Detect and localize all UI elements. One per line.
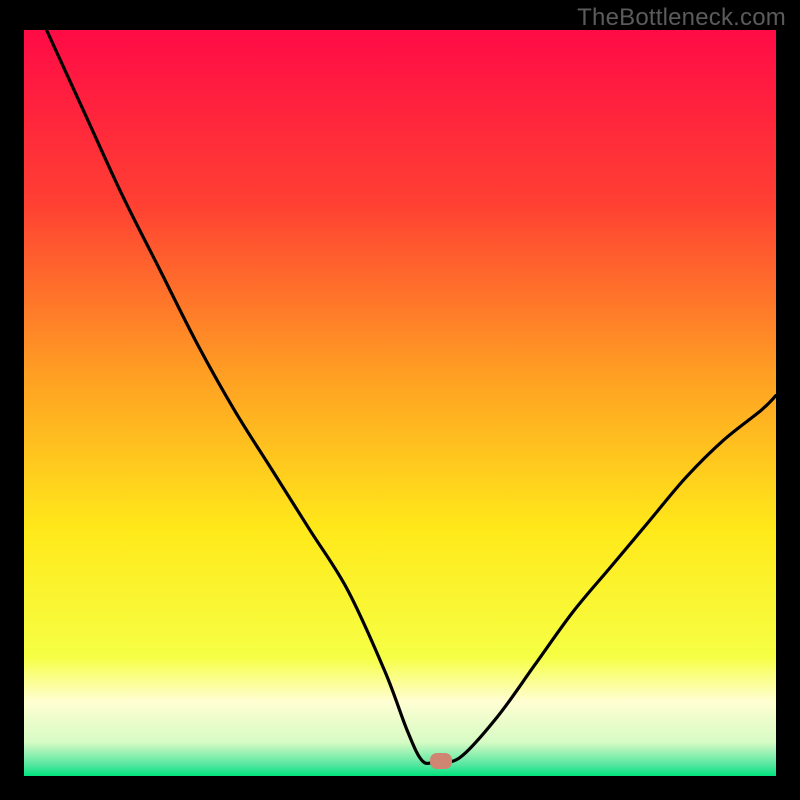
chart-frame: TheBottleneck.com (0, 0, 800, 800)
optimal-point-marker (430, 753, 452, 769)
bottleneck-curve (24, 30, 776, 776)
watermark-text: TheBottleneck.com (577, 4, 786, 32)
plot-area (24, 30, 776, 776)
